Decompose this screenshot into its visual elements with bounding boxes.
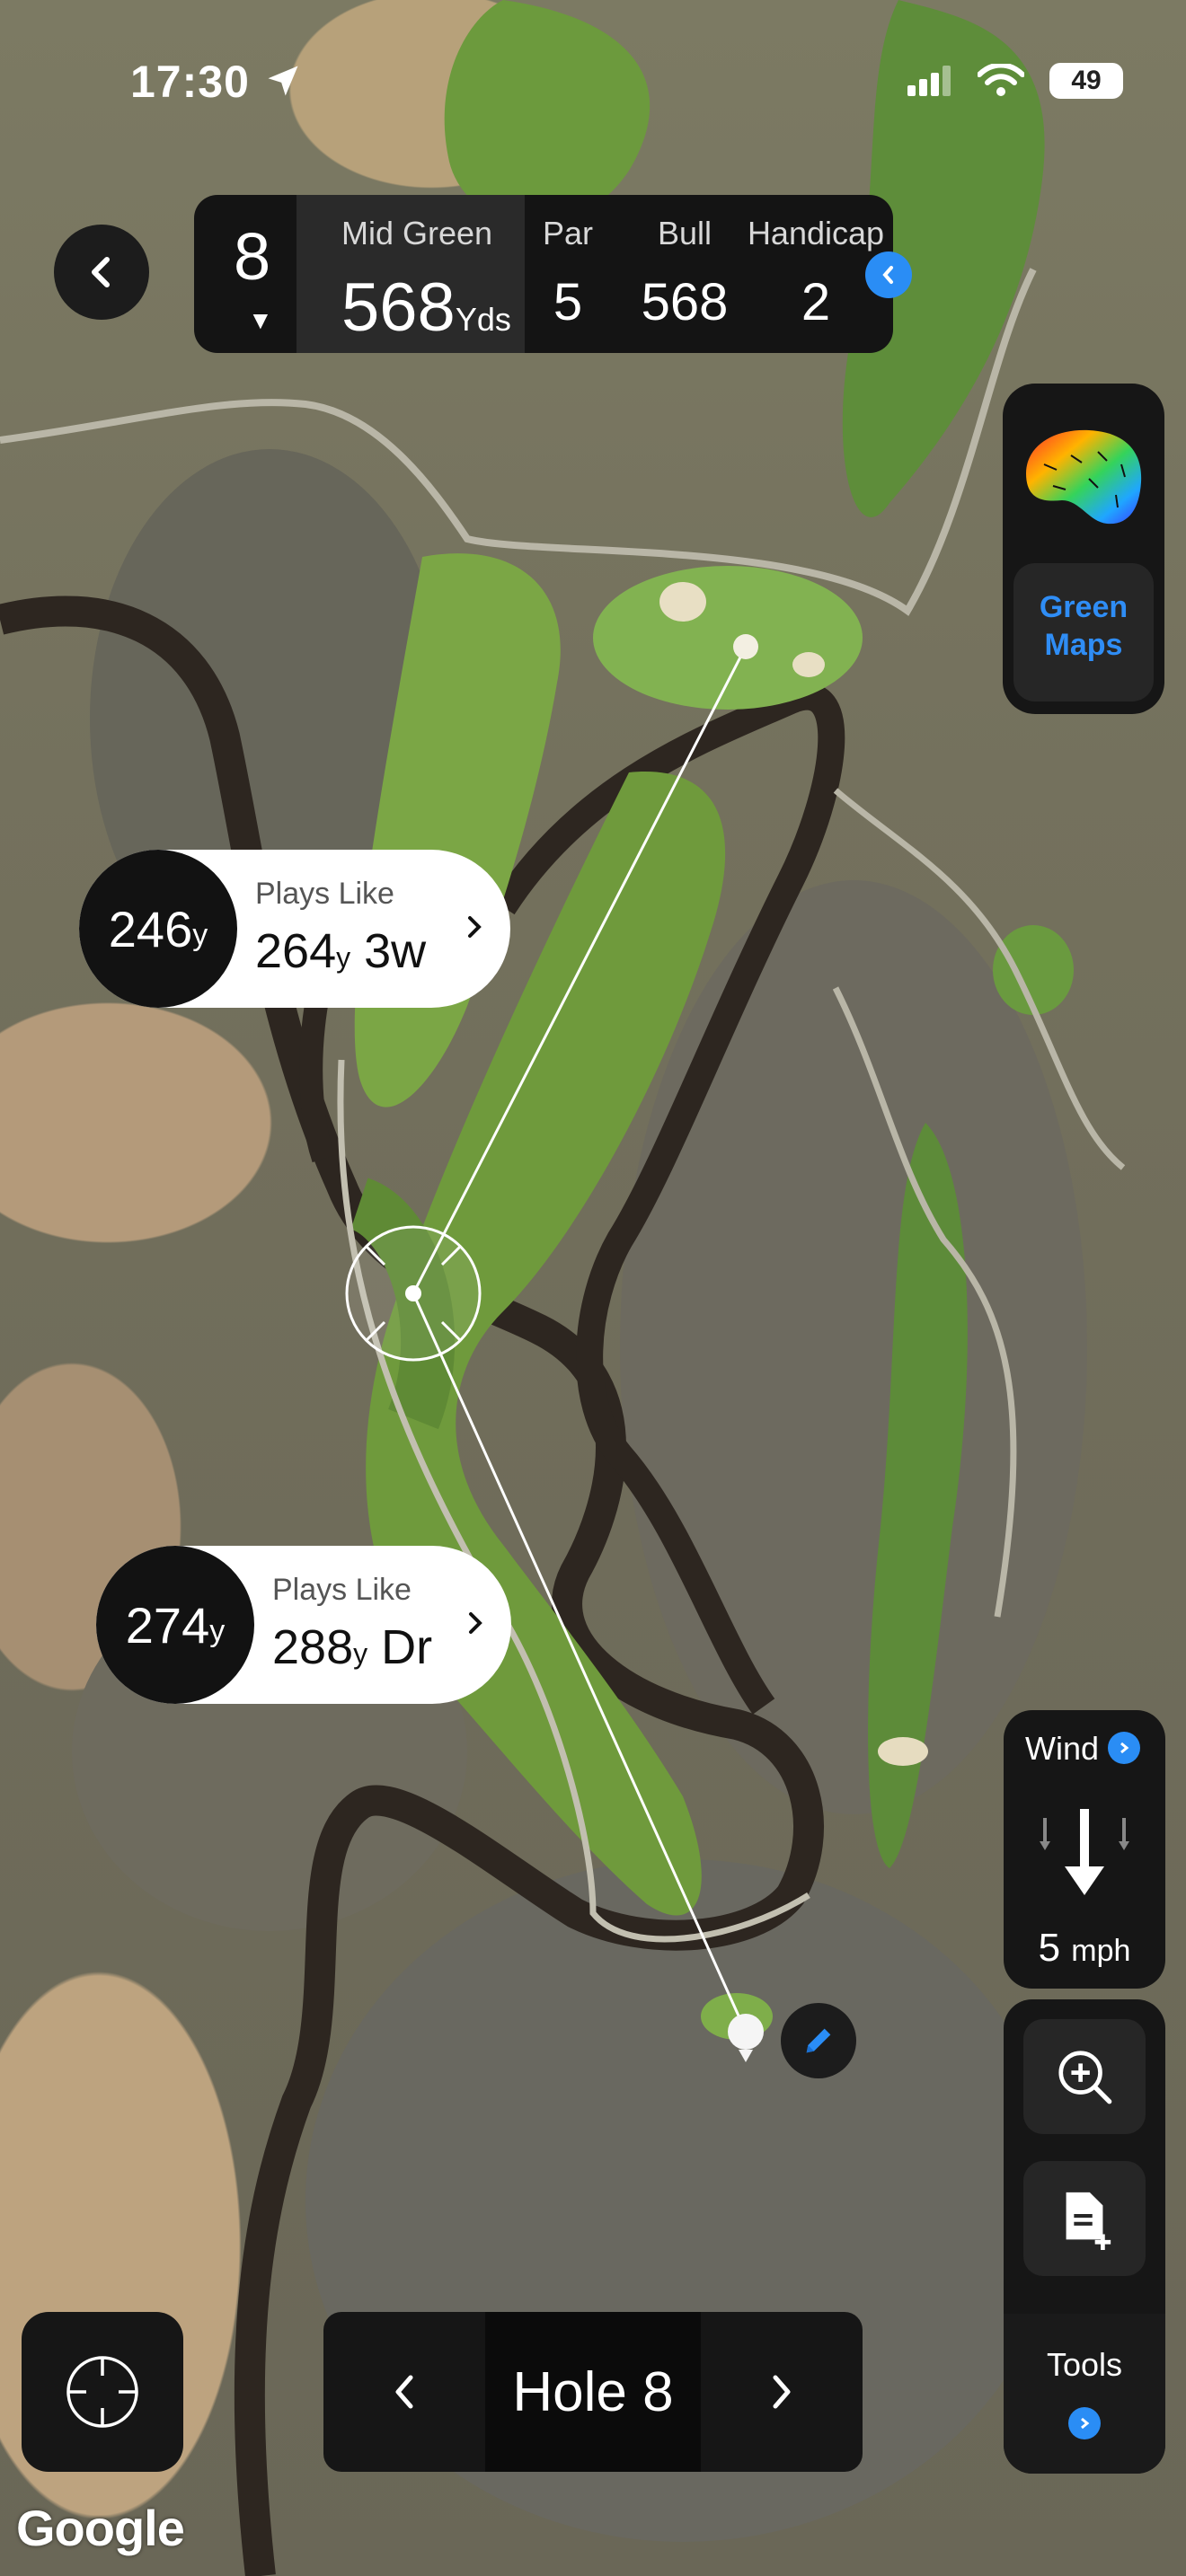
handicap-label: Handicap — [747, 215, 885, 251]
location-arrow-icon — [268, 66, 298, 96]
mid-green-value-wrap: 568Yds — [341, 269, 511, 347]
mid-green-label: Mid Green — [341, 215, 493, 251]
tools-button[interactable]: Tools — [1004, 2314, 1165, 2474]
green-maps-button[interactable]: Green Maps — [1003, 384, 1164, 714]
battery-level: 49 — [1071, 66, 1102, 95]
shot-distance-pill-2[interactable]: 274 y Plays Like 288y Dr — [96, 1546, 511, 1704]
bull-value: 568 — [641, 273, 729, 331]
shot-distance: 274 y — [96, 1546, 254, 1704]
bull-stat: Bull 568 — [613, 215, 757, 332]
plays-like-distance: 264 — [255, 924, 337, 978]
mid-green-unit: Yds — [455, 301, 511, 338]
shot-distance: 246 y — [79, 850, 237, 1008]
green-maps-line2: Maps — [1044, 628, 1123, 662]
hole-number: 8 — [234, 219, 271, 294]
par-value: 5 — [553, 273, 583, 331]
edit-pencil-icon — [806, 2028, 831, 2053]
plays-like-club: 288y Dr — [272, 1619, 432, 1675]
add-note-button[interactable] — [1023, 2161, 1146, 2276]
add-note-icon — [1066, 2192, 1111, 2250]
previous-hole-button[interactable] — [323, 2312, 485, 2472]
crosshair-icon — [66, 2356, 138, 2428]
status-time: 17:30 — [130, 56, 303, 108]
par-stat: Par 5 — [523, 215, 613, 332]
wind-speed-unit: mph — [1071, 1934, 1131, 1968]
green-maps-label: Green Maps — [1013, 563, 1154, 701]
chevron-right-icon — [469, 1612, 482, 1634]
shot-distance-pill-1[interactable]: 246 y Plays Like 264y 3w — [79, 850, 510, 1008]
battery-icon: 49 — [1049, 63, 1123, 99]
mid-green-distance: Mid Green 568Yds — [296, 195, 525, 353]
plays-like-label: Plays Like — [255, 877, 394, 911]
zoom-in-icon — [1058, 2051, 1112, 2104]
signal-icon — [907, 66, 951, 96]
tools-label: Tools — [1046, 2346, 1123, 2383]
green-heatmap-icon — [1026, 429, 1142, 525]
club-name: 3w — [364, 924, 427, 978]
next-hole-button[interactable] — [701, 2312, 863, 2472]
wind-speed-value: 5 — [1038, 1926, 1061, 1970]
wind-label: Wind — [1025, 1730, 1100, 1767]
chevron-right-icon — [468, 916, 482, 938]
info-dot-icon[interactable] — [865, 251, 912, 298]
chevron-left-icon — [395, 2375, 413, 2409]
back-button[interactable] — [54, 225, 149, 320]
shot-distance-value: 246 — [108, 900, 193, 957]
chevron-right-icon — [773, 2375, 791, 2409]
green-maps-line1: Green — [1039, 590, 1128, 624]
wind-arrow-icon — [1040, 1809, 1129, 1895]
wind-panel[interactable]: Wind 5 mph — [1004, 1710, 1165, 1989]
status-icons: 49 — [907, 63, 1123, 99]
back-chevron-icon — [92, 257, 110, 287]
wifi-icon — [978, 64, 1024, 96]
mid-green-value: 568 — [341, 269, 456, 346]
par-label: Par — [542, 215, 594, 251]
locate-button[interactable] — [22, 2312, 183, 2472]
bull-label: Bull — [657, 215, 712, 251]
shot-distance-unit: y — [209, 1613, 226, 1648]
plays-like-label: Plays Like — [272, 1573, 412, 1607]
wind-info-icon — [1108, 1732, 1140, 1764]
current-hole-label[interactable]: Hole 8 — [485, 2312, 701, 2472]
plays-like-club: 264y 3w — [255, 923, 426, 979]
shot-distance-unit: y — [192, 917, 208, 952]
zoom-in-button[interactable] — [1023, 2019, 1146, 2134]
plays-like-unit: y — [353, 1637, 368, 1670]
hole-navigator: Hole 8 — [323, 2312, 863, 2472]
edit-tee-button[interactable] — [781, 2003, 856, 2078]
plays-like-unit: y — [336, 941, 351, 974]
map-attribution: Google — [16, 2500, 185, 2556]
plays-like-distance: 288 — [272, 1620, 354, 1674]
tools-expand-icon — [1068, 2407, 1101, 2439]
hole-dropdown-caret-icon[interactable]: ▼ — [248, 306, 273, 335]
club-name: Dr — [381, 1620, 433, 1674]
hole-info-panel[interactable]: 8 ▼ Mid Green 568Yds Par 5 Bull 568 Hand… — [194, 195, 893, 353]
tools-panel: Tools — [1004, 1999, 1165, 2474]
shot-distance-value: 274 — [125, 1596, 210, 1654]
wind-speed: 5 mph — [1004, 1926, 1165, 1971]
